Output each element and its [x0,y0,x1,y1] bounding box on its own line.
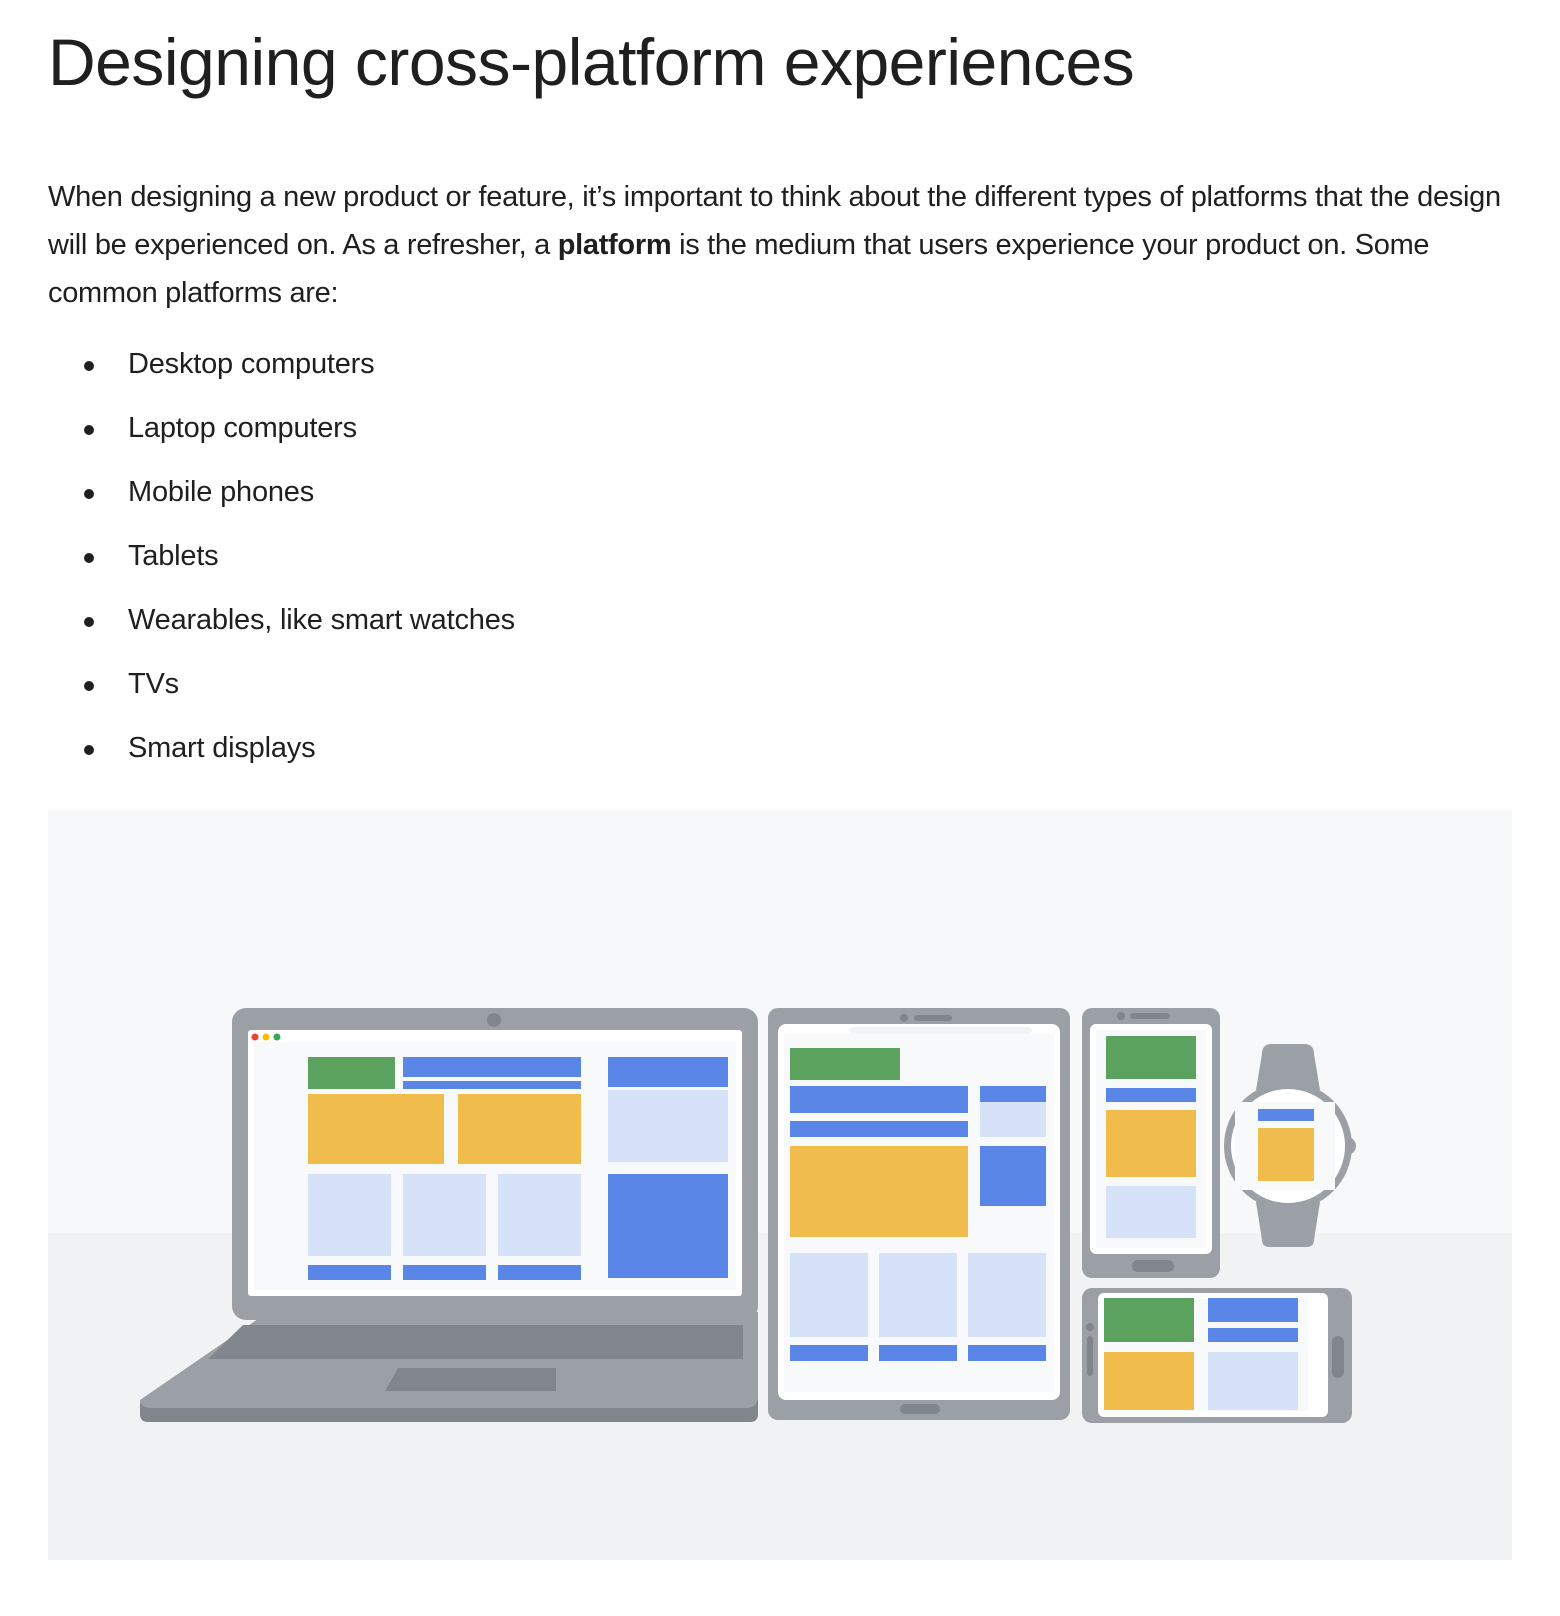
list-item: Tablets [48,532,515,596]
list-item: TVs [48,660,515,724]
phone-landscape-icon [1082,1288,1352,1423]
list-item: Laptop computers [48,404,515,468]
laptop-icon [140,1008,758,1422]
tablet-icon [768,1008,1070,1420]
intro-paragraph: When designing a new product or feature,… [48,173,1512,317]
list-item: Smart displays [48,724,515,788]
list-item: Desktop computers [48,340,515,404]
page-title: Designing cross-platform experiences [48,25,1135,99]
phone-icon [1082,1008,1220,1278]
devices-illustration [48,810,1512,1560]
platform-list: Desktop computers Laptop computers Mobil… [48,340,515,788]
intro-bold-term: platform [557,229,672,261]
list-item: Mobile phones [48,468,515,532]
devices-illustration-svg [48,810,1512,1560]
list-item: Wearables, like smart watches [48,596,515,660]
